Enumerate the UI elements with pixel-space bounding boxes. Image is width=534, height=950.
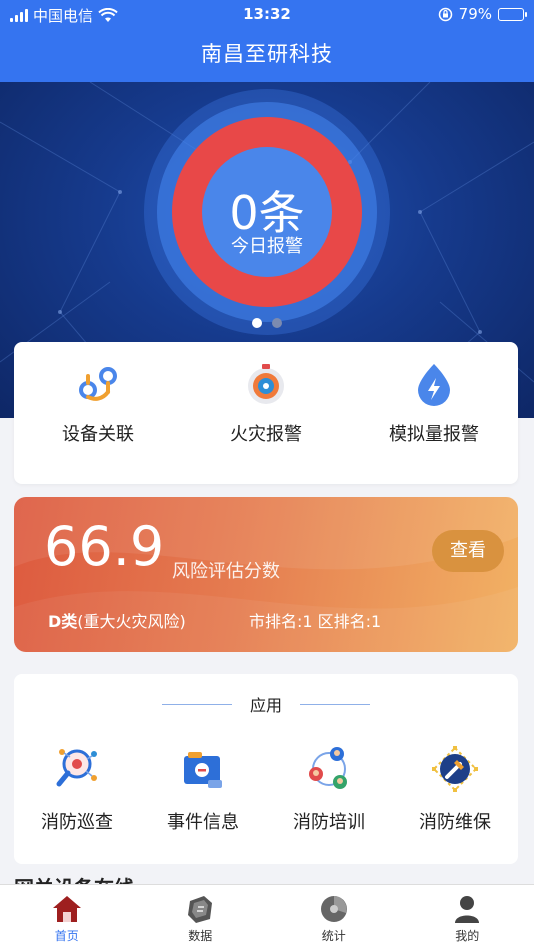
quick-action-label: 火灾报警: [230, 424, 302, 445]
app-title: 南昌至研科技: [0, 30, 534, 82]
app-event-info[interactable]: 事件信息: [140, 744, 266, 834]
risk-rank: 市排名:1 区排名:1: [249, 612, 382, 631]
status-right: 79%: [438, 5, 527, 23]
quick-action-fire-alarm[interactable]: 火灾报警: [182, 342, 350, 484]
carousel-dot-2[interactable]: [272, 318, 282, 328]
analog-alarm-icon: [418, 364, 450, 406]
tab-home[interactable]: 首页: [0, 885, 134, 950]
tab-label: 数据: [188, 929, 213, 943]
tab-label: 我的: [455, 929, 480, 943]
battery-icon: [498, 7, 527, 21]
bottom-tab-bar: 首页 数据 统计 我的: [0, 884, 534, 950]
quick-action-label: 模拟量报警: [389, 424, 479, 445]
risk-grade-desc: (重大火灾风险): [77, 612, 186, 631]
fire-alarm-icon: [248, 364, 284, 404]
app-label: 事件信息: [167, 812, 239, 833]
risk-grade-class: D类: [48, 612, 78, 631]
risk-card: 66.9 风险评估分数 查看 D类(重大火灾风险) 市排名:1 区排名:1: [14, 497, 518, 652]
tab-label: 首页: [54, 929, 79, 943]
carousel-dots[interactable]: [0, 318, 534, 328]
apps-title: 应用: [249, 696, 282, 715]
risk-grade: D类(重大火灾风险): [48, 608, 186, 632]
alarm-label: 今日报警: [231, 236, 303, 257]
training-icon: [309, 747, 347, 789]
app-maintenance[interactable]: 消防维保: [392, 744, 518, 834]
tab-data[interactable]: 数据: [134, 885, 268, 950]
divider-right: [300, 703, 370, 705]
tab-stats[interactable]: 统计: [267, 885, 401, 950]
risk-score-label: 风险评估分数: [172, 561, 280, 582]
data-icon: [188, 896, 213, 923]
app-inspection[interactable]: 消防巡查: [14, 744, 140, 834]
quick-actions: 设备关联 火灾报警 模拟量报警: [14, 342, 518, 484]
app-training[interactable]: 消防培训: [266, 744, 392, 834]
stats-icon: [320, 896, 347, 922]
view-risk-button[interactable]: 查看: [432, 530, 504, 572]
profile-icon: [455, 896, 480, 923]
inspection-icon: [56, 749, 97, 787]
battery-percent: 79%: [458, 5, 492, 23]
quick-action-label: 设备关联: [62, 424, 134, 445]
app-label: 消防培训: [293, 812, 365, 833]
carousel-dot-1[interactable]: [252, 318, 262, 328]
apps-header: 应用: [14, 692, 518, 716]
tab-profile[interactable]: 我的: [401, 885, 534, 950]
device-link-icon: [79, 367, 117, 401]
divider-left: [161, 703, 232, 705]
app-label: 消防维保: [419, 812, 491, 833]
app-label: 消防巡查: [41, 812, 113, 833]
event-info-icon: [184, 752, 222, 788]
apps-section: 应用 消防巡查 事件信息 消防培训 消防维保: [14, 674, 518, 864]
maintenance-icon: [432, 746, 478, 792]
home-icon: [52, 896, 81, 922]
risk-score: 66.9: [44, 515, 165, 578]
quick-action-analog-alarm[interactable]: 模拟量报警: [350, 342, 518, 484]
quick-action-device-link[interactable]: 设备关联: [14, 342, 182, 484]
status-bar: 中国电信 13:32 79%: [0, 0, 534, 30]
rotation-lock-icon: [438, 7, 452, 21]
tab-label: 统计: [321, 929, 346, 943]
apps-grid: 消防巡查 事件信息 消防培训 消防维保: [14, 744, 518, 834]
